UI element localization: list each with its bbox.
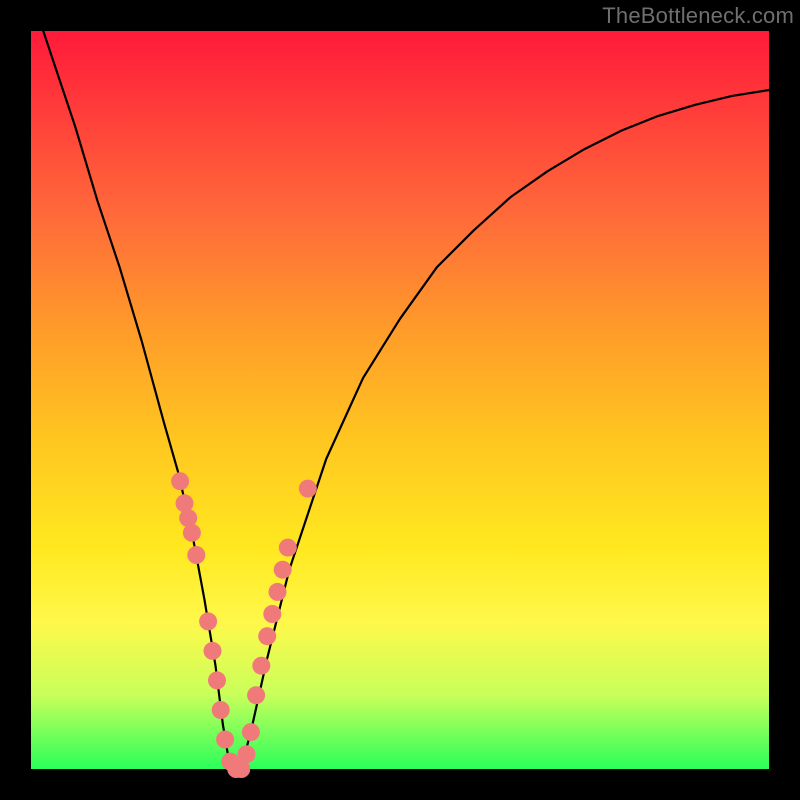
curve-path [31,0,769,769]
sample-point [252,657,270,675]
sample-point [204,642,222,660]
sample-point [199,612,217,630]
sample-point [263,605,281,623]
sample-point [171,472,189,490]
sample-point [299,480,317,498]
sample-point-markers [171,472,317,778]
sample-point [279,539,297,557]
sample-point [216,731,234,749]
sample-point [212,701,230,719]
chart-svg [0,0,800,800]
sample-point [242,723,260,741]
sample-point [187,546,205,564]
sample-point [269,583,287,601]
sample-point [274,561,292,579]
sample-point [247,686,265,704]
sample-point [183,524,201,542]
sample-point [208,671,226,689]
sample-point [258,627,276,645]
sample-point [238,745,256,763]
bottleneck-curve [31,0,769,769]
